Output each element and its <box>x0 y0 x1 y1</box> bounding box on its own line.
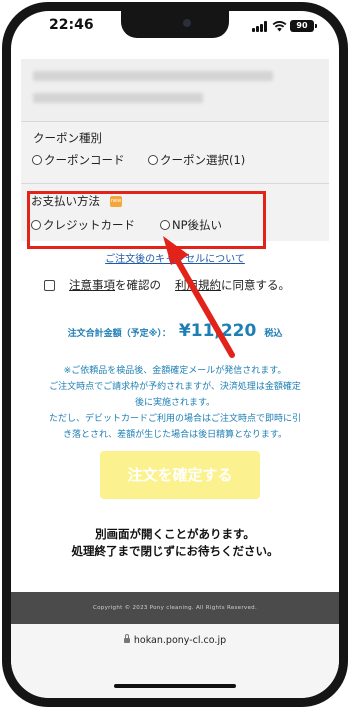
terms-link[interactable]: 利用規約 <box>175 277 221 293</box>
notice-line: ただし、デビットカードご利用の場合はご注文時点で即時に引 <box>48 414 301 424</box>
radio-circle[interactable] <box>148 155 158 165</box>
coupon-type-section: クーポン種別 クーポンコード クーポン選択(1) <box>21 121 329 183</box>
coupon-select-radio[interactable]: クーポン選択(1) <box>148 152 245 168</box>
cancellation-policy-link[interactable]: ご注文後のキャンセルについて <box>21 250 329 265</box>
agreement-text: を確認の <box>115 278 161 292</box>
np-postpay-radio[interactable]: NP後払い <box>160 217 222 233</box>
total-amount: ¥11,220 <box>178 321 257 341</box>
new-badge: new <box>110 196 122 207</box>
radio-circle[interactable] <box>160 220 170 230</box>
notice-line: ※ご依頼品を検品後、金額確定メールが発信されます。 <box>63 366 287 376</box>
agreement-row: 注意事項 を確認の 利用規約 に同意する。 <box>44 277 290 293</box>
total-label: 注文合計金額（予定※）： <box>67 329 171 339</box>
confirm-order-button[interactable]: 注文を確定する <box>100 451 260 499</box>
notes-link[interactable]: 注意事項 <box>69 277 115 293</box>
coupon-code-label: クーポンコード <box>44 153 125 167</box>
notice-line: き落とされ、差額が生じた場合は後日精算となります。 <box>63 430 287 440</box>
order-total: 注文合計金額（予定※）： ¥11,220 税込 <box>21 321 329 341</box>
payment-method-title: お支払い方法 <box>31 194 100 208</box>
coupon-select-label: クーポン選択(1) <box>160 153 246 167</box>
blurred-address-area <box>21 59 329 121</box>
status-time: 22:46 <box>49 17 94 33</box>
url-text: hokan.pony-cl.co.jp <box>133 635 227 646</box>
wifi-icon <box>272 21 287 32</box>
np-postpay-label: NP後払い <box>172 218 223 232</box>
phone-screen: 22:46 90 クーポン種別 クーポンコード クーポン選択(1) お支払い方法… <box>11 11 339 698</box>
agree-checkbox[interactable] <box>44 279 55 291</box>
home-indicator <box>114 684 236 688</box>
billing-notice: ※ご依頼品を検品後、金額確定メールが発信されます。 ご注文時点でご請求枠が予約さ… <box>21 363 329 443</box>
radio-circle[interactable] <box>31 220 41 230</box>
window-note-line: 別画面が開くことがあります。 <box>95 527 255 541</box>
radio-circle[interactable] <box>32 155 42 165</box>
credit-card-label: クレジットカード <box>43 218 135 232</box>
notch <box>121 11 229 38</box>
phone-frame: 22:46 90 クーポン種別 クーポンコード クーポン選択(1) お支払い方法… <box>2 2 348 707</box>
payment-method-section: お支払い方法 new クレジットカード NP後払い <box>21 183 329 241</box>
signal-icon <box>252 21 269 32</box>
coupon-code-radio[interactable]: クーポンコード <box>32 152 125 168</box>
window-note-line: 処理終了まで閉じずにお待ちください。 <box>71 544 279 558</box>
battery-icon: 90 <box>290 20 317 32</box>
lock-icon <box>123 634 130 643</box>
window-note: 別画面が開くことがあります。 処理終了まで閉じずにお待ちください。 <box>21 526 329 560</box>
tax-label: 税込 <box>264 329 283 339</box>
credit-card-radio[interactable]: クレジットカード <box>31 217 135 233</box>
browser-url-bar[interactable]: hokan.pony-cl.co.jp <box>11 624 339 698</box>
url-display[interactable]: hokan.pony-cl.co.jp <box>11 634 339 646</box>
site-footer: Copyright © 2023 Pony cleaning. All Righ… <box>11 592 339 624</box>
agreement-end-text: に同意する。 <box>221 278 290 292</box>
coupon-type-title: クーポン種別 <box>33 131 102 145</box>
notice-line: 後に実施されます。 <box>134 398 216 408</box>
notice-line: ご注文時点でご請求枠が予約されますが、決済処理は金額確定 <box>49 382 301 392</box>
